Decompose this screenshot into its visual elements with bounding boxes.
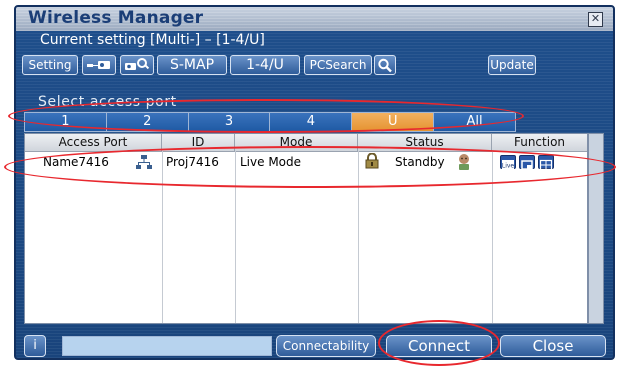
projector-id: Proj7416	[166, 155, 219, 169]
magnifier-icon	[378, 58, 392, 73]
tab-port-1[interactable]: 1	[25, 113, 107, 131]
lock-icon	[365, 152, 379, 172]
window-title: Wireless Manager	[28, 8, 204, 28]
info-button[interactable]: i	[24, 335, 46, 357]
tab-port-4[interactable]: 4	[270, 113, 353, 131]
table-header: Access Port ID Mode Status Function	[25, 134, 587, 152]
setting-button[interactable]: Setting	[22, 55, 78, 75]
projector-search-icon	[125, 58, 150, 70]
column-header-access-port[interactable]: Access Port	[25, 134, 162, 151]
column-divider	[162, 151, 163, 323]
tab-port-u[interactable]: U	[352, 113, 435, 131]
column-header-status[interactable]: Status	[358, 134, 492, 151]
current-setting-text: setting [Multi-] – [1-4/U]	[97, 32, 265, 48]
column-header-id[interactable]: ID	[162, 134, 235, 151]
network-icon	[136, 152, 152, 172]
wireless-manager-window: Wireless Manager ✕ Current setting [Mult…	[14, 5, 615, 360]
projector-mode: Live Mode	[240, 155, 302, 169]
column-header-mode[interactable]: Mode	[235, 134, 358, 151]
column-header-function[interactable]: Function	[492, 134, 587, 151]
tab-port-3[interactable]: 3	[188, 113, 271, 131]
column-divider	[358, 151, 359, 323]
tab-port-2[interactable]: 2	[106, 113, 189, 131]
connectability-button[interactable]: Connectability	[276, 335, 376, 357]
select-access-port-label: Select access port	[38, 94, 177, 110]
projector-network-icon	[87, 61, 110, 69]
access-port-tabs: 1 2 3 4 U All	[24, 112, 516, 132]
current-setting: Current setting [Multi-] – [1-4/U]	[40, 32, 265, 48]
table-scrollbar[interactable]	[588, 133, 604, 324]
layout-1-4-u-button[interactable]: 1-4/U	[230, 55, 300, 75]
close-button[interactable]: Close	[500, 335, 606, 357]
access-port-name: Name7416	[43, 155, 109, 169]
connect-button[interactable]: Connect	[386, 335, 492, 357]
table-row[interactable]: Name7416 Proj7416 Live Mode Standby Live	[25, 152, 587, 172]
pcsearch-button[interactable]: PCSearch	[304, 55, 372, 75]
live-icon[interactable]: Live	[500, 155, 516, 170]
tab-port-all[interactable]: All	[434, 113, 515, 131]
access-port-table: Access Port ID Mode Status Function Name…	[24, 133, 588, 324]
current-setting-label: Current	[40, 32, 93, 48]
window-icon[interactable]	[519, 155, 535, 170]
search-button[interactable]	[374, 55, 396, 75]
column-divider	[235, 151, 236, 323]
close-window-icon[interactable]: ✕	[588, 12, 603, 27]
title-bar[interactable]: Wireless Manager ✕	[16, 7, 613, 31]
user-icon	[456, 152, 472, 172]
s-map-button[interactable]: S-MAP	[157, 55, 227, 75]
info-display	[62, 336, 272, 356]
column-divider	[492, 151, 493, 323]
update-button[interactable]: Update	[488, 55, 536, 75]
svg-text:Live: Live	[502, 163, 515, 170]
projector-status: Standby	[395, 155, 445, 169]
projector-network-button[interactable]	[82, 55, 116, 75]
projector-search-button[interactable]	[120, 55, 154, 75]
split-icon[interactable]	[538, 155, 554, 171]
